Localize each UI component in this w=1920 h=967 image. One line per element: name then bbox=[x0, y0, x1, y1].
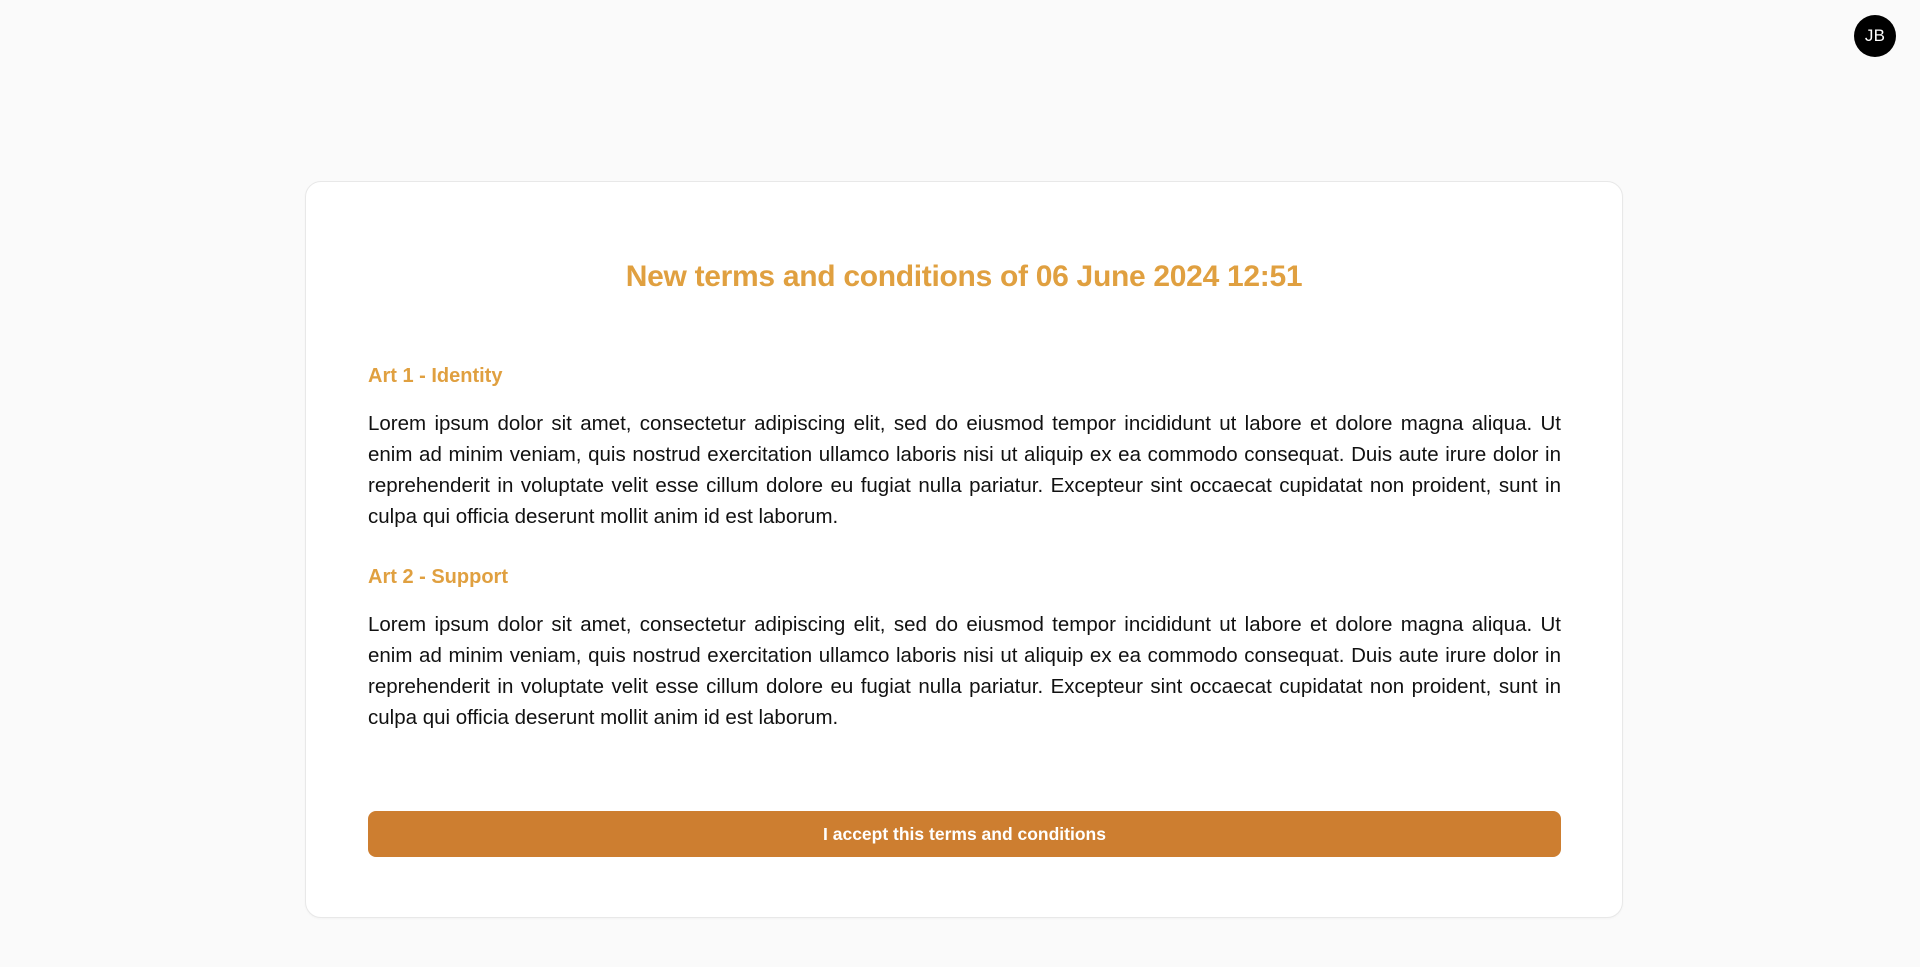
section-heading-identity: Art 1 - Identity bbox=[368, 365, 503, 387]
section-body-identity: Lorem ipsum dolor sit amet, consectetur … bbox=[368, 412, 1561, 528]
section-heading-support: Art 2 - Support bbox=[368, 566, 508, 588]
avatar-initials: JB bbox=[1864, 26, 1886, 45]
terms-card: New terms and conditions of 06 June 2024… bbox=[305, 181, 1623, 918]
accept-terms-button[interactable]: I accept this terms and conditions bbox=[368, 811, 1561, 857]
user-avatar[interactable]: JB bbox=[1854, 15, 1896, 57]
section-body-support: Lorem ipsum dolor sit amet, consectetur … bbox=[368, 613, 1561, 729]
terms-title: New terms and conditions of 06 June 2024… bbox=[625, 260, 1303, 293]
